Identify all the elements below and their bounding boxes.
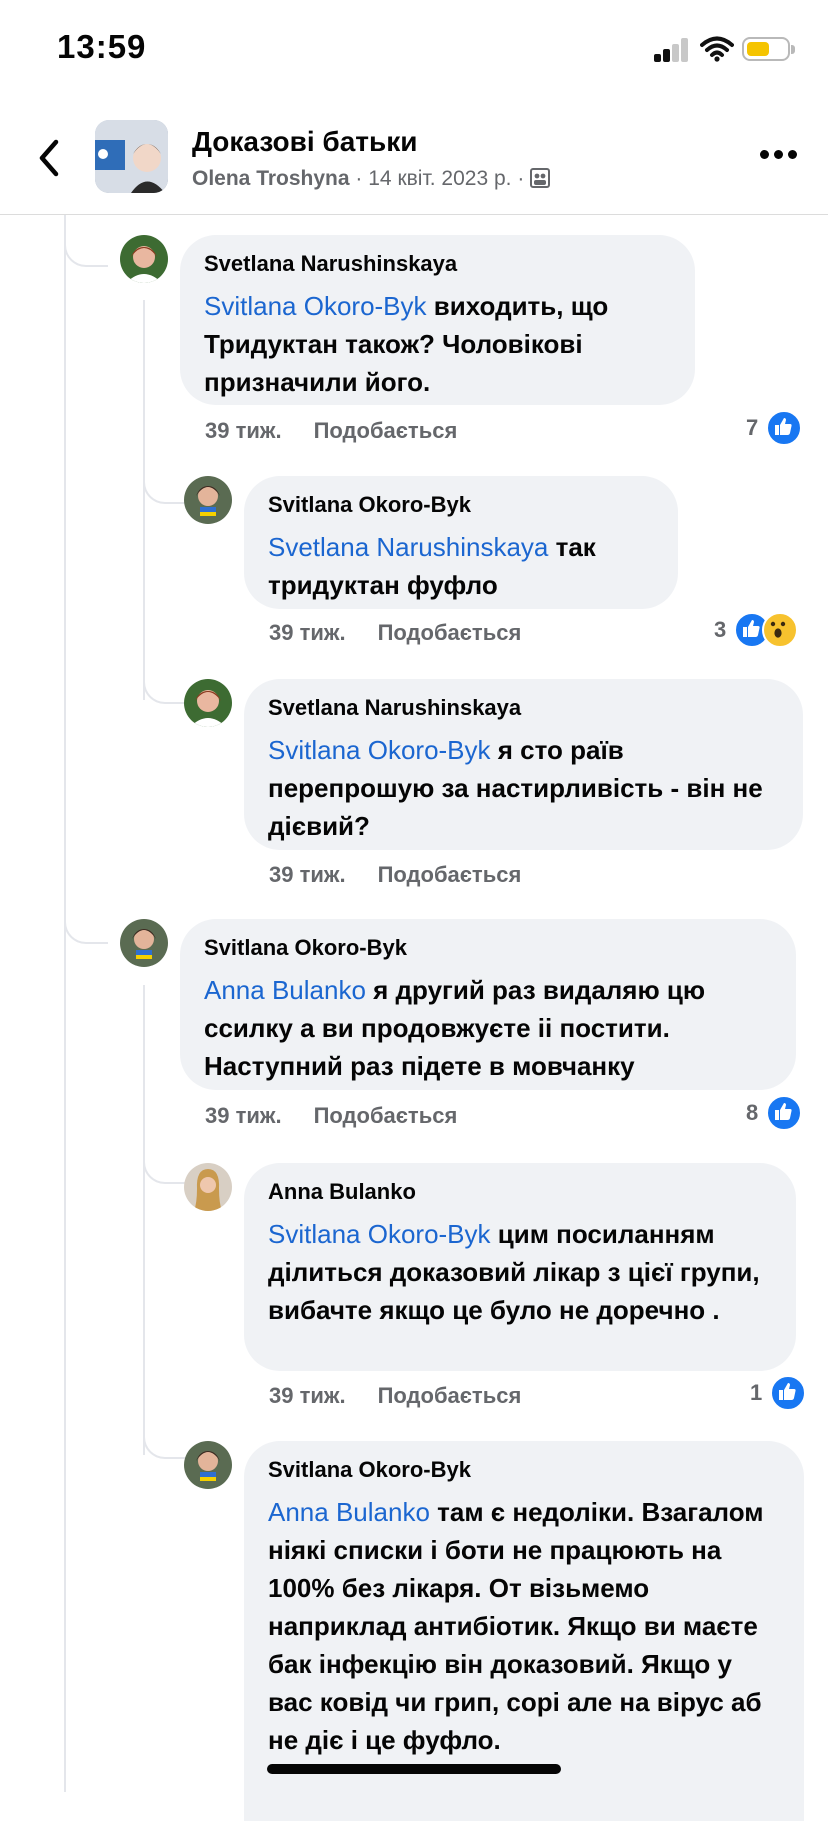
mention-link[interactable]: Svitlana Okoro-Byk xyxy=(268,735,491,765)
reactions[interactable]: 7 xyxy=(746,410,803,446)
like-button[interactable]: Подобається xyxy=(378,620,522,645)
reaction-count: 3 xyxy=(714,617,727,642)
comment-time[interactable]: 39 тиж. xyxy=(205,1103,282,1128)
thread-branch xyxy=(64,215,108,267)
like-button[interactable]: Подобається xyxy=(378,1383,522,1408)
mention-link[interactable]: Svitlana Okoro-Byk xyxy=(204,291,427,321)
comment-author[interactable]: Svitlana Okoro-Byk xyxy=(268,1457,780,1483)
meta-separator: · xyxy=(355,167,363,190)
mention-link[interactable]: Anna Bulanko xyxy=(204,975,366,1005)
group-avatar[interactable] xyxy=(95,120,168,193)
thread-branch xyxy=(64,880,108,944)
reactions[interactable]: 3 xyxy=(714,612,799,648)
comment-author[interactable]: Svitlana Okoro-Byk xyxy=(204,935,772,961)
comment-author[interactable]: Svitlana Okoro-Byk xyxy=(268,492,654,518)
reaction-count: 8 xyxy=(746,1100,759,1125)
wow-icon xyxy=(762,612,799,648)
avatar[interactable] xyxy=(184,476,232,524)
avatar[interactable] xyxy=(120,235,168,283)
comment-bubble[interactable]: Svitlana Okoro-Byk Svetlana Narushinskay… xyxy=(244,476,678,609)
comment-actions: 39 тиж. Подобається xyxy=(269,1383,521,1409)
comment-text: Svitlana Okoro-Byk я сто раїв перепрошую… xyxy=(268,735,763,841)
comment-text: Anna Bulanko я другий раз видаляю цю сси… xyxy=(204,975,706,1081)
reactions[interactable]: 8 xyxy=(746,1095,803,1131)
cellular-signal-icon xyxy=(654,38,690,62)
avatar[interactable] xyxy=(184,1441,232,1489)
thread-line xyxy=(143,300,145,700)
comment-bubble[interactable]: Svetlana Narushinskaya Svitlana Okoro-By… xyxy=(180,235,695,405)
comment-time[interactable]: 39 тиж. xyxy=(269,1383,346,1408)
chevron-left-icon xyxy=(39,139,59,177)
home-indicator[interactable] xyxy=(267,1764,561,1774)
avatar[interactable] xyxy=(184,1163,232,1211)
like-button[interactable]: Подобається xyxy=(314,418,458,443)
post-author[interactable]: Olena Troshyna xyxy=(192,167,350,190)
comment-bubble[interactable]: Svetlana Narushinskaya Svitlana Okoro-By… xyxy=(244,679,803,850)
thread-branch xyxy=(143,1140,187,1184)
thread-branch xyxy=(143,1415,187,1459)
battery-icon xyxy=(742,37,795,61)
post-date[interactable]: 14 квіт. 2023 р. xyxy=(368,167,511,190)
group-icon xyxy=(530,168,551,188)
comment-actions: 39 тиж. Подобається xyxy=(205,418,457,444)
comment-actions: 39 тиж. Подобається xyxy=(269,862,521,888)
thumbs-up-icon xyxy=(766,1095,803,1131)
comment-text: Svitlana Okoro-Byk цим посиланням ділить… xyxy=(268,1219,760,1325)
comment-bubble[interactable]: Anna Bulanko Svitlana Okoro-Byk цим поси… xyxy=(244,1163,796,1371)
header-divider xyxy=(0,214,828,215)
group-title[interactable]: Доказові батьки xyxy=(192,126,417,158)
comment-author[interactable]: Svetlana Narushinskaya xyxy=(268,695,779,721)
mention-link[interactable]: Svitlana Okoro-Byk xyxy=(268,1219,491,1249)
comment-text: Svitlana Okoro-Byk виходить, що Тридукта… xyxy=(204,291,609,397)
comment-text: Svetlana Narushinskaya так тридуктан фуф… xyxy=(268,532,596,600)
like-button[interactable]: Подобається xyxy=(378,862,522,887)
back-button[interactable] xyxy=(30,138,70,178)
reaction-count: 1 xyxy=(750,1380,763,1405)
thread-branch xyxy=(143,660,187,704)
comment-bubble[interactable]: Svitlana Okoro-Byk Anna Bulanko я другий… xyxy=(180,919,796,1090)
comment-actions: 39 тиж. Подобається xyxy=(269,620,521,646)
comment-time[interactable]: 39 тиж. xyxy=(205,418,282,443)
like-button[interactable]: Подобається xyxy=(314,1103,458,1128)
thumbs-up-icon xyxy=(770,1375,807,1411)
more-options-button[interactable] xyxy=(760,150,798,162)
comment-author[interactable]: Anna Bulanko xyxy=(268,1179,772,1205)
reaction-count: 7 xyxy=(746,415,759,440)
reactions[interactable]: 1 xyxy=(750,1375,807,1411)
thread-line xyxy=(143,985,145,1455)
thread-line xyxy=(64,215,66,1792)
comment-text: Anna Bulanko там є недоліки. Взагалом ні… xyxy=(268,1497,764,1755)
thread-branch xyxy=(143,460,187,504)
comment-author[interactable]: Svetlana Narushinskaya xyxy=(204,251,671,277)
wifi-icon xyxy=(700,36,734,62)
meta-separator: · xyxy=(517,167,525,190)
status-time: 13:59 xyxy=(57,28,147,65)
comment-time[interactable]: 39 тиж. xyxy=(269,862,346,887)
post-meta: Olena Troshyna · 14 квіт. 2023 р. · xyxy=(192,167,551,191)
mention-link[interactable]: Anna Bulanko xyxy=(268,1497,430,1527)
mention-link[interactable]: Svetlana Narushinskaya xyxy=(268,532,548,562)
avatar[interactable] xyxy=(120,919,168,967)
thumbs-up-icon xyxy=(766,410,803,446)
avatar[interactable] xyxy=(184,679,232,727)
comment-time[interactable]: 39 тиж. xyxy=(269,620,346,645)
comment-actions: 39 тиж. Подобається xyxy=(205,1103,457,1129)
